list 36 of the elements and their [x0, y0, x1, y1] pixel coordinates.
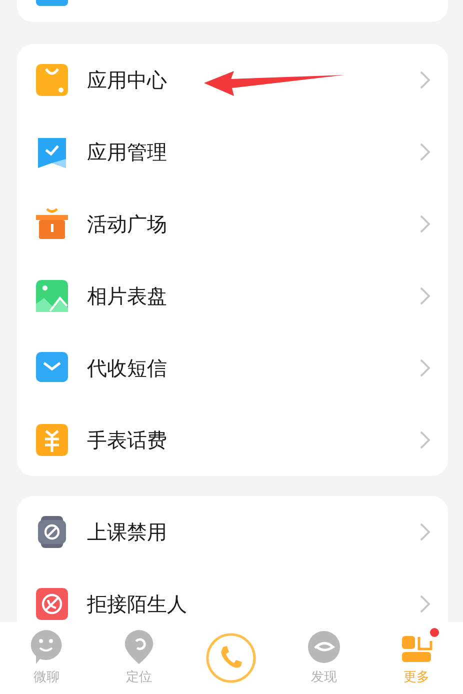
eye-circle-icon	[308, 630, 340, 664]
chevron-right-icon	[420, 215, 430, 233]
app-icon	[36, 0, 68, 6]
menu-item[interactable]: 上课禁用	[17, 496, 448, 568]
menu-item-label: 手表话费	[87, 426, 167, 454]
menu-item-label: 拒接陌生人	[87, 590, 187, 618]
menu-item-label: 应用中心	[87, 66, 167, 94]
menu-item-label: 应用管理	[87, 138, 167, 166]
smiley-chat-icon	[30, 630, 62, 664]
menu-item[interactable]: 应用中心	[17, 44, 448, 116]
menu-item[interactable]: 相片表盘	[17, 260, 448, 332]
chevron-right-icon	[420, 143, 430, 161]
menu-item-label: 代收短信	[87, 354, 167, 382]
menu-item-label: 相片表盘	[87, 282, 167, 310]
menu-item[interactable]: 应用管理	[17, 116, 448, 188]
envelope-icon	[36, 352, 68, 384]
yuan-icon	[36, 424, 68, 456]
checkmark-icon	[36, 136, 68, 168]
menu-item[interactable]: 拒接陌生人	[17, 568, 448, 622]
menu-item[interactable]: 手表话费	[17, 404, 448, 476]
shopping-bag-icon	[36, 64, 68, 96]
menu-item[interactable]: 活动广场	[17, 188, 448, 260]
menu-item-label: 上课禁用	[87, 518, 167, 546]
chevron-right-icon	[420, 431, 430, 449]
chevron-right-icon	[420, 523, 430, 541]
chevron-right-icon	[420, 287, 430, 305]
chevron-right-icon	[420, 595, 430, 613]
watch-icon	[36, 516, 68, 548]
photo-icon	[36, 280, 68, 312]
gift-box-icon	[36, 208, 68, 240]
phone-call-icon	[206, 633, 256, 683]
chevron-right-icon	[420, 359, 430, 377]
location-pin-icon	[122, 630, 155, 664]
menu-item[interactable]: 代收短信	[17, 332, 448, 404]
chevron-right-icon	[420, 71, 430, 89]
menu-item-label: 活动广场	[87, 210, 167, 238]
